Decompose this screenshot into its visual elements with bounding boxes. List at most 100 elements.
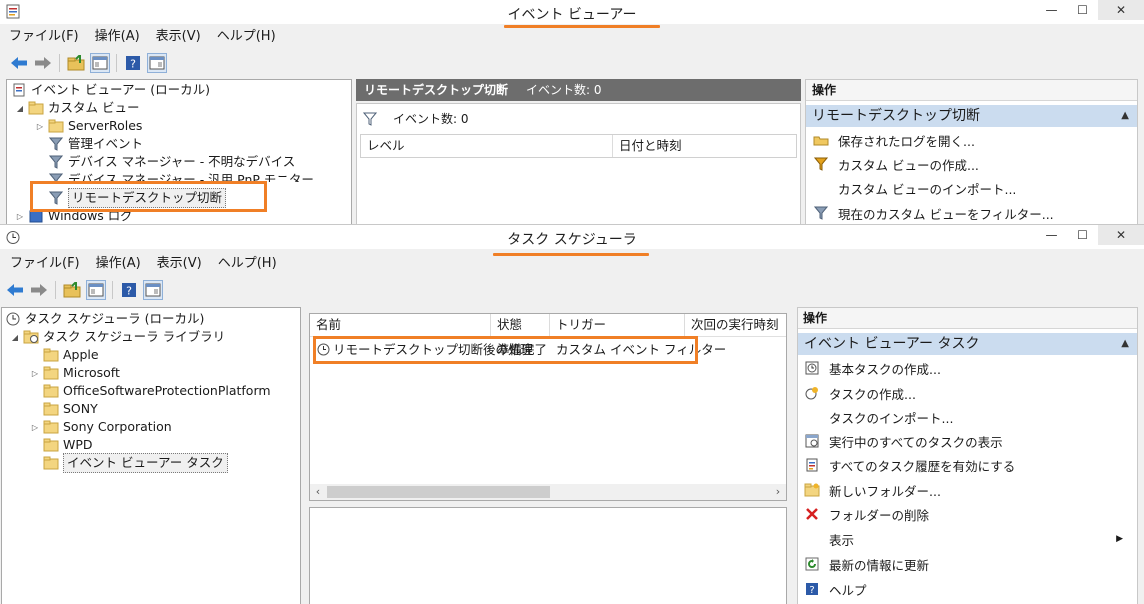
tree-item-device-manager-pnp[interactable]: デバイス マネージャー - 汎用 PnP モニター — [48, 171, 314, 182]
tree-item-folder-apple[interactable]: Apple — [43, 346, 99, 364]
tree-item-remote-desktop-disconnect[interactable]: リモートデスクトップ切断 — [48, 188, 227, 208]
menu-file[interactable]: ファイル(F) — [10, 253, 80, 275]
expanded-arrow-icon[interactable]: ◢ — [15, 104, 25, 113]
tree-item-custom-views[interactable]: ◢ カスタム ビュー — [15, 99, 140, 117]
collapsed-arrow-icon[interactable]: ▷ — [15, 212, 25, 221]
collapsed-arrow-icon[interactable]: ▷ — [30, 369, 40, 378]
help-icon[interactable]: ? — [123, 53, 143, 73]
collapsed-arrow-icon[interactable]: ▷ — [30, 423, 40, 432]
tree-item-folder-sony-corporation[interactable]: ▷ Sony Corporation — [30, 418, 172, 436]
action-import-task[interactable]: タスクのインポート... — [803, 406, 953, 428]
close-button[interactable]: ✕ — [1098, 0, 1144, 20]
folder-up-icon[interactable] — [66, 53, 86, 73]
folder-icon — [48, 118, 64, 134]
actions-pane: 操作 イベント ビューアー タスク ▲ 基本タスクの作成... タスクの作成..… — [797, 307, 1138, 604]
actions-section-title: リモートデスクトップ切断 — [812, 108, 980, 124]
action-label: タスクの作成... — [829, 386, 916, 402]
tree-item-task-scheduler-library[interactable]: ◢ タスク スケジューラ ライブラリ — [10, 328, 225, 346]
actions-section-header[interactable]: リモートデスクトップ切断 ▲ — [806, 105, 1137, 127]
action-new-folder[interactable]: 新しいフォルダー... — [803, 479, 941, 501]
delete-x-icon — [803, 506, 821, 522]
back-arrow-icon[interactable] — [5, 280, 25, 300]
action-create-basic-task[interactable]: 基本タスクの作成... — [803, 357, 941, 379]
tree-item-task-scheduler-local[interactable]: タスク スケジューラ (ローカル) — [5, 310, 204, 328]
tree-item-folder-microsoft[interactable]: ▷ Microsoft — [30, 364, 120, 382]
action-delete-folder[interactable]: フォルダーの削除 — [803, 503, 929, 525]
forward-arrow-icon[interactable] — [33, 53, 53, 73]
svg-text:?: ? — [809, 585, 814, 596]
action-display-running-tasks[interactable]: 実行中のすべてのタスクの表示 — [803, 430, 1003, 452]
action-help[interactable]: ? ヘルプ — [803, 578, 867, 600]
expanded-arrow-icon[interactable]: ◢ — [10, 333, 20, 342]
tree-item-folder-office-protection[interactable]: OfficeSoftwareProtectionPlatform — [43, 382, 271, 400]
action-label: すべてのタスク履歴を有効にする — [829, 458, 1016, 474]
folder-icon — [43, 347, 59, 363]
filter-icon — [812, 205, 830, 221]
show-hide-action-pane-icon[interactable] — [147, 53, 167, 73]
action-create-task[interactable]: タスクの作成... — [803, 382, 916, 404]
tree-item-admin-events[interactable]: 管理イベント — [48, 135, 143, 153]
action-view-submenu[interactable]: 表示 ▶ — [803, 528, 1133, 550]
tree-item-windows-logs[interactable]: ▷ Windows ログ — [15, 207, 133, 224]
blank-icon — [812, 180, 830, 196]
action-label: ヘルプ — [829, 582, 867, 598]
menu-file[interactable]: ファイル(F) — [9, 26, 79, 48]
tree-item-event-viewer-local[interactable]: イベント ビューアー (ローカル) — [11, 81, 210, 99]
collapsed-arrow-icon[interactable]: ▷ — [35, 122, 45, 131]
column-level[interactable]: レベル — [361, 135, 613, 157]
collapse-caret-icon[interactable]: ▲ — [1121, 105, 1129, 127]
filter-icon — [363, 112, 377, 126]
tree-item-device-manager-unknown[interactable]: デバイス マネージャー - 不明なデバイス — [48, 153, 295, 171]
horizontal-scrollbar[interactable]: ‹ › — [310, 484, 786, 500]
tree-item-folder-sony[interactable]: SONY — [43, 400, 98, 418]
action-enable-all-task-history[interactable]: すべてのタスク履歴を有効にする — [803, 454, 1015, 476]
menu-action[interactable]: 操作(A) — [96, 253, 141, 275]
actions-section-header[interactable]: イベント ビューアー タスク ▲ — [798, 333, 1137, 355]
back-arrow-icon[interactable] — [9, 53, 29, 73]
filter-icon — [48, 154, 64, 170]
show-hide-action-pane-icon[interactable] — [143, 280, 163, 300]
maximize-button[interactable]: ☐ — [1067, 0, 1098, 20]
tree-item-folder-wpd[interactable]: WPD — [43, 436, 93, 454]
menu-help[interactable]: ヘルプ(H) — [218, 253, 277, 275]
menu-view[interactable]: 表示(V) — [156, 26, 201, 48]
collapse-caret-icon[interactable]: ▲ — [1121, 333, 1129, 355]
show-hide-console-tree-icon[interactable] — [86, 280, 106, 300]
column-next-run[interactable]: 次回の実行時刻 — [685, 314, 786, 336]
action-open-saved-log[interactable]: 保存されたログを開く... — [812, 129, 975, 151]
folder-up-icon[interactable] — [62, 280, 82, 300]
action-refresh[interactable]: 最新の情報に更新 — [803, 553, 929, 575]
minimize-button[interactable]: — — [1036, 225, 1067, 245]
tree-label: デバイス マネージャー - 不明なデバイス — [68, 154, 296, 169]
table-row[interactable]: リモートデスクトップ切断後の処理 準備完了 カスタム イベント フィルター — [310, 339, 786, 361]
action-import-custom-view[interactable]: カスタム ビューのインポート... — [812, 177, 1016, 199]
folder-icon — [43, 365, 59, 381]
actions-header: 操作 — [798, 308, 1137, 329]
column-trigger[interactable]: トリガー — [550, 314, 685, 336]
task-clock-icon — [317, 343, 330, 359]
close-button[interactable]: ✕ — [1098, 225, 1144, 245]
action-create-custom-view[interactable]: カスタム ビューの作成... — [812, 153, 979, 175]
forward-arrow-icon[interactable] — [29, 280, 49, 300]
column-name[interactable]: 名前 — [310, 314, 491, 336]
show-hide-console-tree-icon[interactable] — [90, 53, 110, 73]
scroll-left-arrow-icon[interactable]: ‹ — [311, 484, 325, 500]
menu-help[interactable]: ヘルプ(H) — [217, 26, 276, 48]
column-date-time[interactable]: 日付と時刻 — [613, 135, 798, 157]
menu-bar: ファイル(F) 操作(A) 表示(V) ヘルプ(H) — [0, 26, 1144, 48]
help-icon[interactable]: ? — [119, 280, 139, 300]
scroll-right-arrow-icon[interactable]: › — [771, 484, 785, 500]
tree-item-serverroles[interactable]: ▷ ServerRoles — [35, 117, 143, 135]
scrollbar-thumb[interactable] — [327, 486, 550, 498]
maximize-button[interactable]: ☐ — [1067, 225, 1098, 245]
menu-action[interactable]: 操作(A) — [95, 26, 140, 48]
blank-icon — [803, 531, 821, 547]
folder-icon — [43, 383, 59, 399]
action-filter-current-view[interactable]: 現在のカスタム ビューをフィルター... — [812, 202, 1054, 224]
action-label: 実行中のすべてのタスクの表示 — [829, 434, 1003, 450]
tree-item-folder-event-viewer-tasks[interactable]: イベント ビューアー タスク — [43, 453, 228, 473]
event-viewer-icon — [11, 82, 27, 98]
column-status[interactable]: 状態 — [491, 314, 550, 336]
minimize-button[interactable]: — — [1036, 0, 1067, 20]
menu-view[interactable]: 表示(V) — [157, 253, 202, 275]
